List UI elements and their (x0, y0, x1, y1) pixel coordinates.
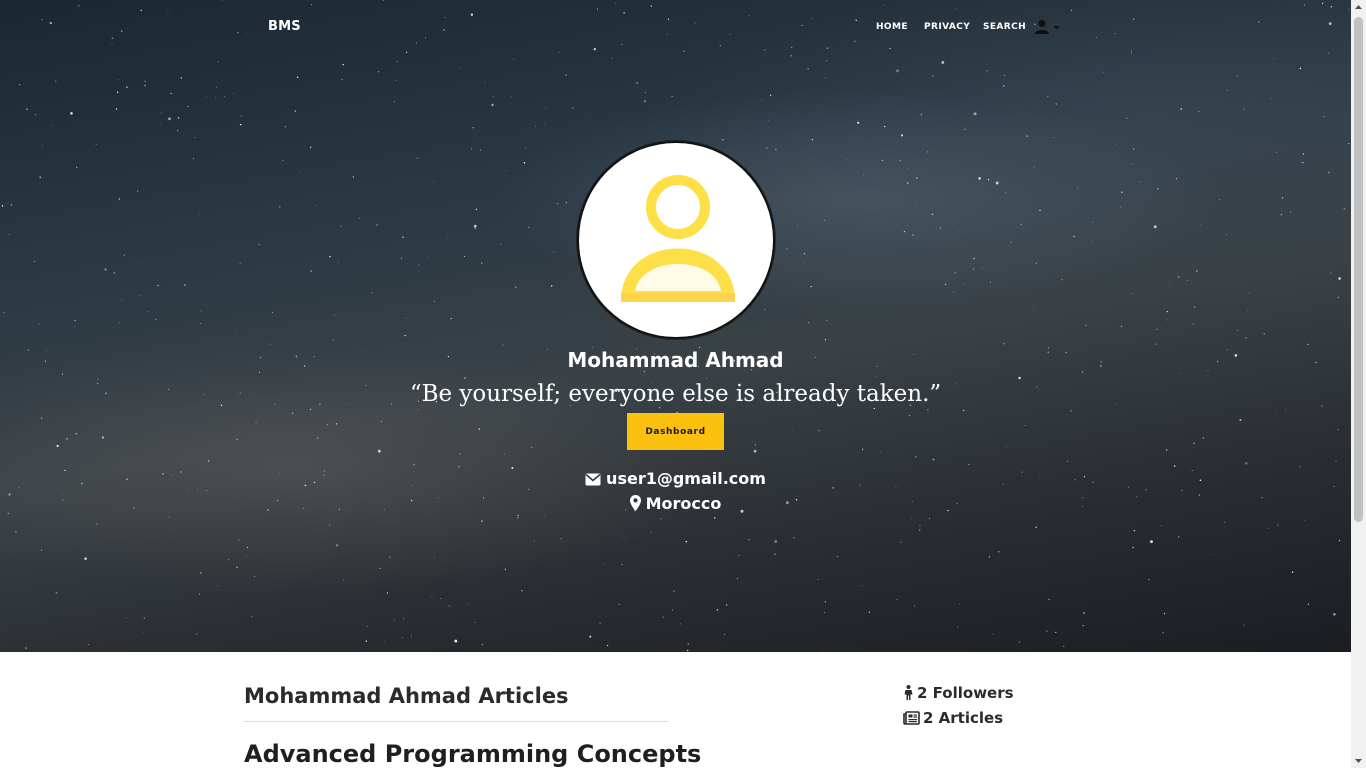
user-avatar-icon (621, 175, 735, 302)
scroll-down-arrow-icon[interactable] (1351, 753, 1366, 768)
nav-link-privacy[interactable]: PRIVACY (924, 22, 970, 32)
brand-logo[interactable]: BMS (268, 19, 301, 34)
map-marker-icon (629, 495, 641, 515)
user-icon (1035, 20, 1049, 34)
scrollbar-thumb[interactable] (1354, 17, 1363, 522)
scroll-up-arrow-icon[interactable] (1351, 0, 1366, 15)
profile-email: user1@gmail.com (606, 469, 766, 488)
page-scrollbar[interactable] (1351, 0, 1366, 768)
profile-location: Morocco (645, 494, 722, 513)
caret-down-icon (1053, 26, 1060, 30)
profile-email-line: user1@gmail.com (0, 469, 1351, 490)
article-title-link[interactable]: Advanced Programming Concepts (244, 740, 701, 768)
articles-divider (244, 721, 668, 722)
profile-hero: BMS HOME PRIVACY SEARCH Mohammad Ahmad “… (0, 0, 1351, 652)
dashboard-button[interactable]: Dashboard (627, 413, 724, 450)
profile-location-line: Morocco (0, 494, 1351, 515)
articles-stat: 2 Articles (903, 709, 1003, 729)
nav-link-home[interactable]: HOME (876, 22, 908, 32)
envelope-icon (585, 471, 601, 490)
nav-link-search[interactable]: SEARCH (983, 22, 1026, 32)
profile-name: Mohammad Ahmad (567, 348, 784, 372)
followers-stat: 2 Followers (903, 684, 1014, 704)
profile-quote: “Be yourself; everyone else is already t… (409, 381, 942, 407)
followers-count: 2 Followers (917, 684, 1014, 702)
user-menu-toggle[interactable] (1034, 19, 1062, 35)
articles-heading: Mohammad Ahmad Articles (244, 684, 569, 708)
newspaper-icon (903, 711, 920, 729)
top-navbar: BMS HOME PRIVACY SEARCH (0, 0, 1351, 54)
articles-count: 2 Articles (923, 709, 1004, 727)
profile-avatar (577, 141, 775, 339)
person-icon (903, 685, 914, 704)
